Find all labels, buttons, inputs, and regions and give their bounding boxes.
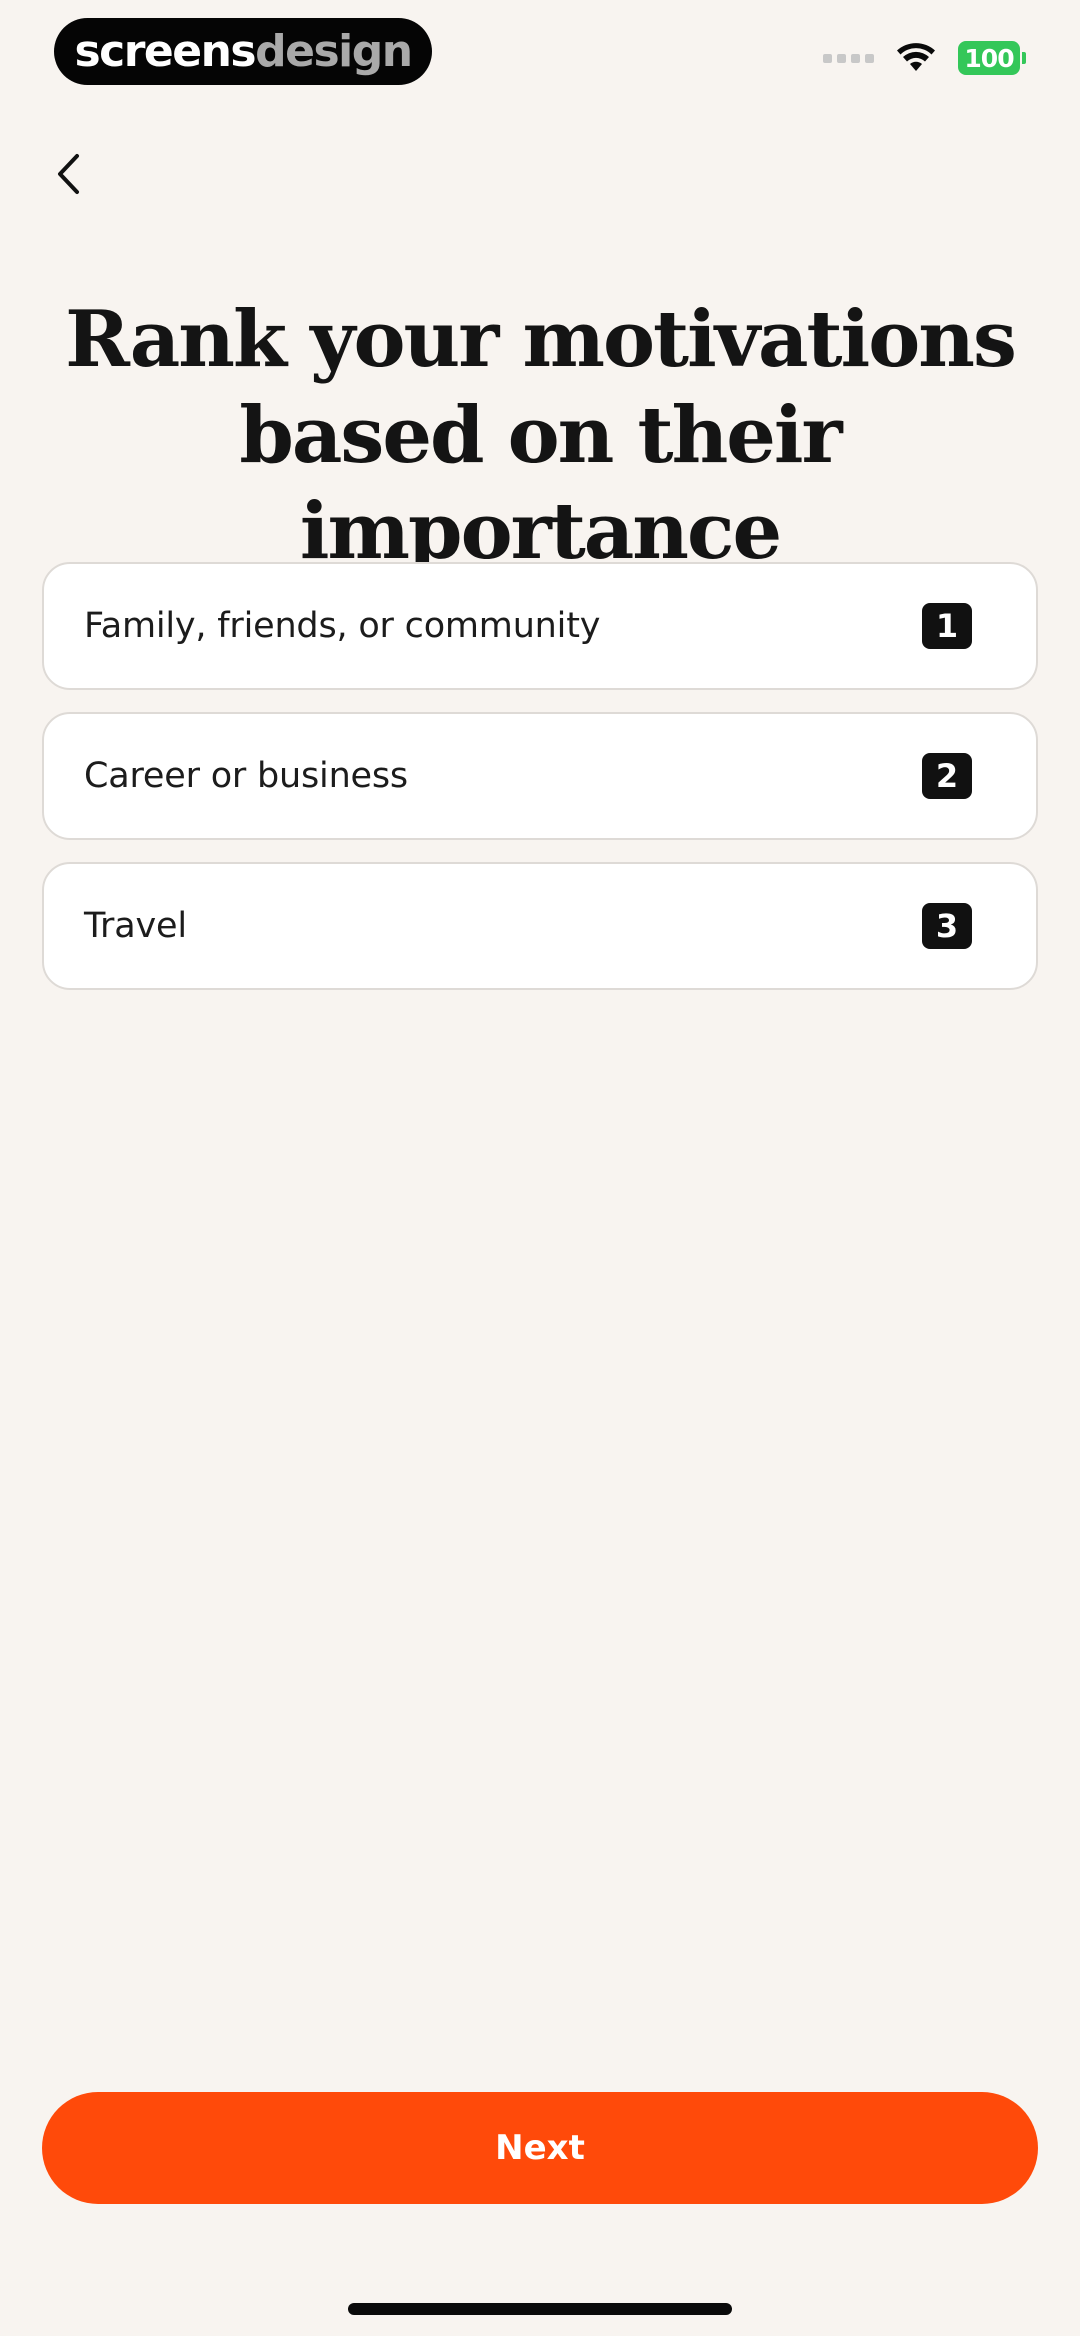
next-button[interactable]: Next bbox=[42, 2092, 1038, 2204]
brand-logo-secondary: design bbox=[255, 26, 413, 77]
rank-item-label: Family, friends, or community bbox=[84, 606, 601, 646]
brand-logo: screens design bbox=[54, 18, 432, 85]
rank-badge: 1 bbox=[922, 603, 972, 649]
rank-item-label: Career or business bbox=[84, 756, 408, 796]
status-bar-indicators: 100 bbox=[823, 38, 1026, 78]
signal-dots-icon bbox=[823, 53, 874, 63]
brand-logo-primary: screens bbox=[74, 26, 256, 77]
wifi-icon bbox=[896, 43, 936, 73]
home-indicator[interactable] bbox=[348, 2303, 732, 2315]
battery-level: 100 bbox=[958, 41, 1020, 75]
rank-badge: 2 bbox=[922, 753, 972, 799]
rank-item-travel[interactable]: Travel 3 bbox=[42, 862, 1038, 990]
rank-item-family[interactable]: Family, friends, or community 1 bbox=[42, 562, 1038, 690]
chevron-left-icon bbox=[58, 154, 79, 194]
motivation-rank-list: Family, friends, or community 1 Career o… bbox=[42, 562, 1038, 990]
rank-badge: 3 bbox=[922, 903, 972, 949]
rank-item-career[interactable]: Career or business 2 bbox=[42, 712, 1038, 840]
screen: screens design 100 Rank your motivations … bbox=[0, 0, 1080, 2336]
back-button[interactable] bbox=[38, 144, 98, 204]
battery-icon: 100 bbox=[958, 41, 1026, 75]
page-title: Rank your motivations based on their imp… bbox=[65, 294, 1017, 577]
rank-item-label: Travel bbox=[84, 906, 187, 946]
